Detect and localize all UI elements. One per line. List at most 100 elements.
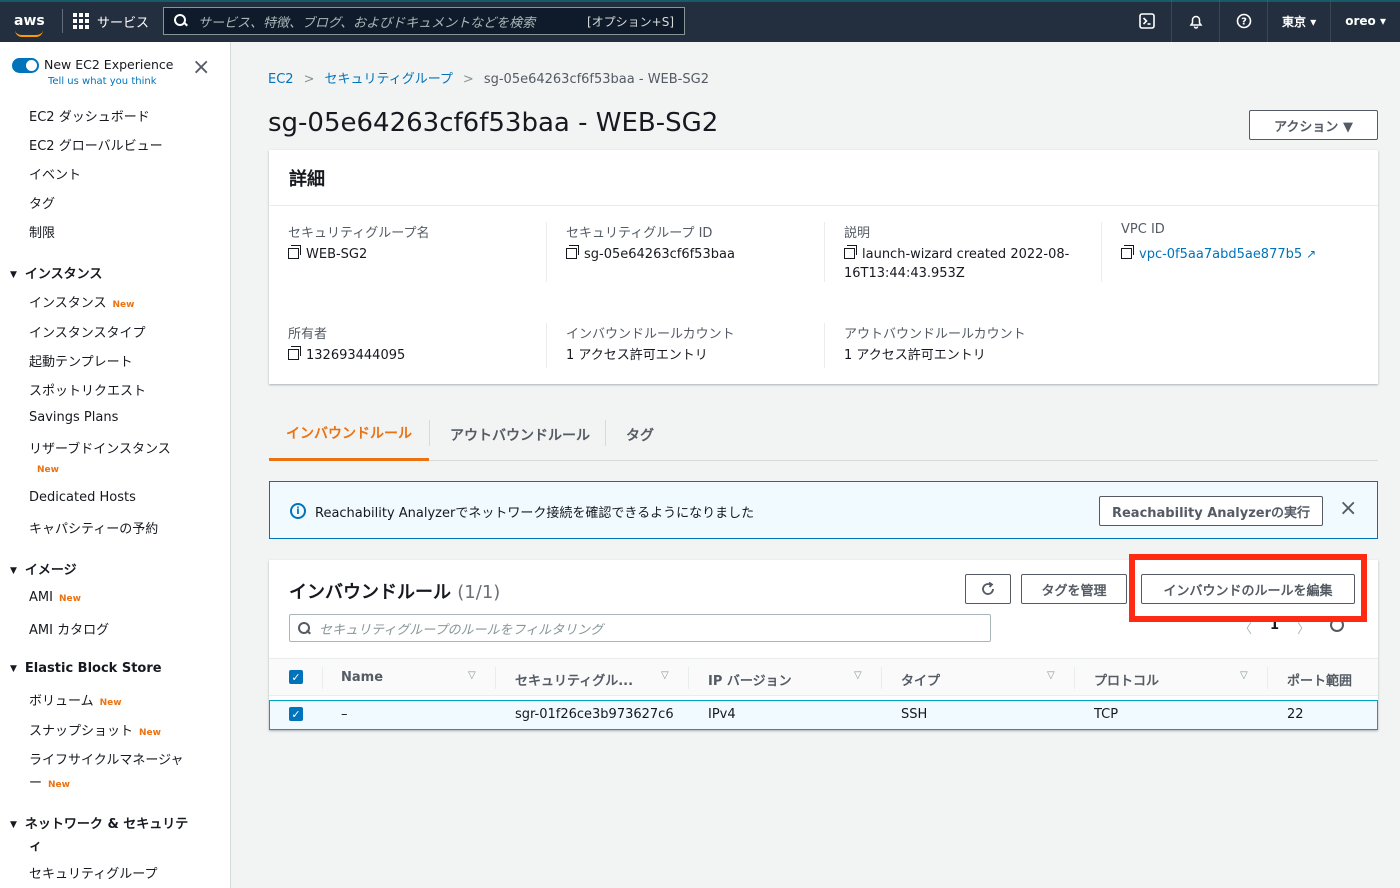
tab-tags[interactable]: タグ — [626, 408, 654, 461]
caret-down-icon: ▼ — [10, 820, 17, 830]
sidebar-item-snapshots[interactable]: スナップショット New — [29, 720, 161, 739]
sidebar: New EC2 Experience Tell us what you thin… — [0, 42, 231, 888]
cloudshell-icon[interactable] — [1123, 0, 1171, 42]
inbound-rules-title: インバウンドルール (1/1) — [289, 582, 501, 603]
sidebar-item-volumes[interactable]: ボリューム New — [29, 690, 122, 709]
sidebar-item-ami-catalog[interactable]: AMI カタログ — [29, 619, 109, 638]
sidebar-item-launch-templates[interactable]: 起動テンプレート — [29, 351, 133, 370]
services-menu[interactable]: サービス — [73, 12, 149, 31]
copy-icon[interactable] — [1121, 245, 1134, 259]
sidebar-item-capacity-reservations[interactable]: キャパシティーの予約 — [29, 518, 158, 537]
column-header-name[interactable]: Name — [341, 670, 383, 685]
rules-filter-input[interactable]: セキュリティグループのルールをフィルタリング — [289, 614, 991, 642]
sidebar-item-limits[interactable]: 制限 — [29, 222, 55, 241]
breadcrumb-security-groups[interactable]: セキュリティグループ — [324, 72, 452, 87]
tab-outbound-rules[interactable]: アウトバウンドルール — [450, 408, 590, 461]
sidebar-item-lifecycle-manager[interactable]: ライフサイクルマネージャ — [29, 749, 183, 768]
copy-icon[interactable] — [288, 245, 301, 259]
sidebar-item-reserved-instances[interactable]: リザーブドインスタンス — [29, 438, 171, 457]
aws-logo[interactable]: aws — [0, 13, 52, 37]
vpc-id-link[interactable]: vpc-0f5aa7abd5ae877b5 ↗ — [1121, 245, 1316, 264]
breadcrumb-separator: > — [303, 72, 315, 87]
cell-protocol: TCP — [1094, 707, 1119, 722]
sort-icon[interactable]: ▽ — [661, 670, 669, 681]
sidebar-item-savings-plans[interactable]: Savings Plans — [29, 410, 118, 425]
field-value-owner: 132693444095 — [288, 346, 405, 365]
field-label-description: 説明 — [844, 226, 871, 241]
sidebar-item-dedicated-hosts[interactable]: Dedicated Hosts — [29, 490, 136, 505]
sidebar-item-spot-requests[interactable]: スポットリクエスト — [29, 380, 146, 399]
tab-inbound-rules[interactable]: インバウンドルール — [269, 408, 429, 461]
tab-bar: インバウンドルール アウトバウンドルール タグ — [269, 408, 1378, 461]
experience-feedback-link[interactable]: Tell us what you think — [48, 76, 157, 87]
sidebar-item-events[interactable]: イベント — [29, 164, 81, 183]
run-reachability-analyzer-button[interactable]: Reachability Analyzerの実行 — [1099, 496, 1323, 526]
sidebar-item-lifecycle-manager-cont[interactable]: ー New — [29, 772, 70, 791]
details-panel: 詳細 セキュリティグループ名 WEB-SG2 セキュリティグループ ID sg-… — [269, 150, 1378, 384]
column-header-ip-version[interactable]: IP バージョン — [708, 670, 792, 689]
column-header-protocol[interactable]: プロトコル — [1094, 670, 1159, 689]
experience-title: New EC2 Experience — [44, 57, 174, 72]
cell-type: SSH — [901, 707, 928, 722]
highlight-annotation — [1129, 554, 1367, 622]
field-value-sg-id: sg-05e64263cf6f53baa — [566, 245, 735, 264]
help-icon[interactable]: ? — [1219, 0, 1267, 42]
select-all-checkbox[interactable]: ✓ — [289, 670, 303, 684]
refresh-icon — [982, 581, 994, 595]
sidebar-section-ebs[interactable]: ▼ Elastic Block Store — [10, 661, 162, 676]
column-header-type[interactable]: タイプ — [901, 670, 940, 689]
top-navigation: aws サービス サービス、特徴、ブログ、およびドキュメントなどを検索 [オプシ… — [0, 0, 1400, 42]
cell-ip-version: IPv4 — [708, 707, 736, 722]
user-menu[interactable]: oreo ▾ — [1330, 0, 1400, 42]
external-link-icon: ↗ — [1306, 247, 1317, 261]
sidebar-section-network-security[interactable]: ▼ ネットワーク & セキュリテ — [10, 813, 188, 832]
region-selector[interactable]: 東京 ▾ — [1267, 0, 1330, 42]
info-icon: i — [290, 503, 306, 519]
breadcrumb-ec2[interactable]: EC2 — [268, 72, 294, 87]
field-value-outbound-count: 1 アクセス許可エントリ — [844, 348, 986, 363]
field-label-sg-name: セキュリティグループ名 — [288, 226, 430, 241]
sidebar-item-ami[interactable]: AMI New — [29, 590, 81, 605]
column-header-port-range[interactable]: ポート範囲 — [1287, 670, 1352, 689]
info-alert: i Reachability Analyzerでネットワーク接続を確認できるよう… — [269, 481, 1378, 539]
copy-icon[interactable] — [288, 346, 301, 360]
sidebar-item-instances[interactable]: インスタンス New — [29, 292, 134, 311]
table-row[interactable]: ✓ – sgr-01f26ce3b973627c6 IPv4 SSH TCP 2… — [269, 700, 1378, 730]
sidebar-item-instance-types[interactable]: インスタンスタイプ — [29, 322, 145, 341]
refresh-button[interactable] — [965, 574, 1011, 604]
breadcrumb: EC2 > セキュリティグループ > sg-05e64263cf6f53baa - WE… — [268, 68, 709, 87]
search-placeholder: サービス、特徴、ブログ、およびドキュメントなどを検索 — [198, 15, 536, 31]
column-header-sg-rule-id[interactable]: セキュリティグル... — [515, 670, 633, 689]
sort-icon[interactable]: ▽ — [1240, 670, 1248, 681]
sidebar-item-tags[interactable]: タグ — [29, 193, 55, 212]
sort-icon[interactable]: ▽ — [1047, 670, 1055, 681]
sidebar-item-security-groups[interactable]: セキュリティグループ — [29, 863, 157, 882]
close-icon[interactable]: × — [1339, 496, 1357, 521]
field-label-inbound-count: インバウンドルールカウント — [566, 327, 735, 342]
cell-sg-rule-id: sgr-01f26ce3b973627c6 — [515, 707, 674, 722]
copy-icon[interactable] — [844, 245, 857, 259]
new-experience-toggle[interactable] — [12, 58, 39, 73]
row-checkbox[interactable]: ✓ — [289, 707, 303, 721]
search-input[interactable]: サービス、特徴、ブログ、およびドキュメントなどを検索 [オプション+S] — [163, 7, 686, 35]
search-shortcut: [オプション+S] — [586, 14, 675, 29]
bell-icon[interactable] — [1171, 0, 1219, 42]
sidebar-item-global-view[interactable]: EC2 グローバルビュー — [29, 135, 163, 154]
sidebar-section-network-security-cont: ィ — [29, 839, 43, 854]
actions-dropdown[interactable]: アクション ▼ — [1249, 110, 1378, 140]
sort-icon[interactable]: ▽ — [854, 670, 862, 681]
sidebar-section-instances[interactable]: ▼ インスタンス — [10, 263, 102, 282]
close-icon[interactable]: × — [192, 57, 210, 79]
field-label-sg-id: セキュリティグループ ID — [566, 226, 713, 241]
sidebar-item-dashboard[interactable]: EC2 ダッシュボード — [29, 106, 150, 125]
caret-down-icon: ▼ — [10, 664, 17, 674]
manage-tags-button[interactable]: タグを管理 — [1021, 574, 1127, 604]
copy-icon[interactable] — [566, 245, 579, 259]
caret-down-icon: ▼ — [10, 270, 17, 280]
search-icon — [174, 14, 188, 28]
field-value-inbound-count: 1 アクセス許可エントリ — [566, 348, 708, 363]
sidebar-section-images[interactable]: ▼ イメージ — [10, 559, 77, 578]
sort-icon[interactable]: ▽ — [468, 670, 476, 681]
field-label-outbound-count: アウトバウンドルールカウント — [844, 327, 1026, 342]
new-badge: New — [37, 465, 59, 475]
